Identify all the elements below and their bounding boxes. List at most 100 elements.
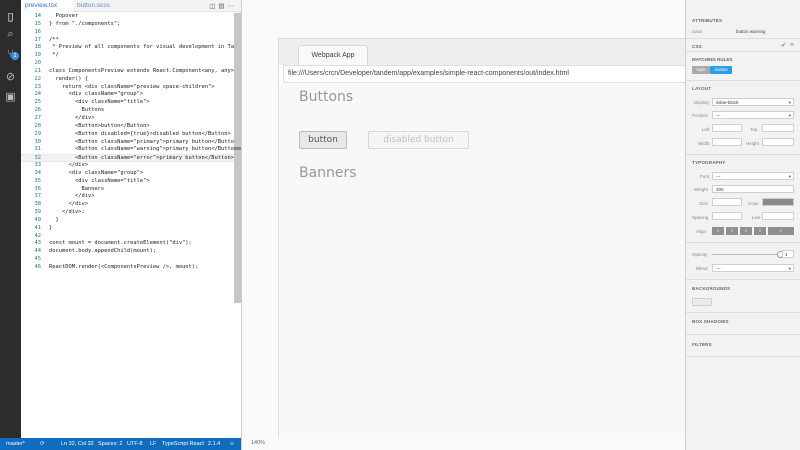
code-line[interactable]: 45 [21, 256, 235, 264]
code-text[interactable]: return <div className="preview space-chi… [49, 84, 215, 92]
code-text[interactable]: <Button className="warning">primary butt… [49, 146, 241, 154]
align-right-icon[interactable]: ≡ [740, 227, 752, 235]
code-text[interactable]: */ [49, 52, 59, 60]
code-text[interactable]: <Button>button</Button> [49, 123, 150, 131]
rule-button[interactable]: .button [710, 66, 732, 74]
code-line[interactable]: 31 <Button className="warning">primary b… [21, 146, 241, 154]
code-line[interactable]: 18 * Preview of all components for visua… [21, 44, 242, 52]
weight-input[interactable]: 200 [712, 185, 794, 193]
code-text[interactable]: </div> [49, 193, 94, 201]
code-line[interactable]: 44 document.body.appendChild(mount); [21, 248, 235, 256]
code-line[interactable]: 24 <div className="group"> [21, 91, 235, 99]
open-preview-icon[interactable]: ▤ [218, 2, 227, 10]
color-swatch[interactable] [762, 198, 794, 206]
code-line[interactable]: 17 /** [21, 37, 235, 45]
code-text[interactable]: } [49, 217, 58, 225]
code-line[interactable]: 14 Popover [21, 13, 235, 21]
code-line[interactable]: 26 Buttons [21, 107, 235, 115]
code-text[interactable]: <div className="group"> [49, 91, 143, 99]
spacing-input[interactable] [712, 212, 742, 220]
align-center-icon[interactable]: ≡ [726, 227, 738, 235]
code-text[interactable]: ReactDOM.render(<ComponentsPreview />, m… [49, 264, 198, 272]
code-text[interactable]: Buttons [49, 107, 104, 115]
code-line[interactable]: 35 <div className="title"> [21, 178, 235, 186]
display-select[interactable]: inline-block ▾ [712, 98, 794, 106]
code-line[interactable]: 28 <Button>button</Button> [21, 123, 235, 131]
add-background-button[interactable] [692, 298, 712, 306]
check-icon[interactable]: ✔ [781, 42, 786, 49]
debug-icon[interactable]: ⊘ [4, 70, 17, 83]
code-line[interactable]: 40 } [21, 217, 235, 225]
browser-tab[interactable]: Webpack App [298, 45, 368, 65]
code-line[interactable]: 22 render() { [21, 76, 235, 84]
tab-preview-tsx[interactable]: preview.tsx [21, 0, 73, 12]
code-line[interactable]: 20 [21, 60, 235, 68]
code-line[interactable]: 23 return <div className="preview space-… [21, 84, 235, 92]
code-text[interactable]: document.body.appendChild(mount); [49, 248, 156, 256]
code-text[interactable]: <div className="title"> [49, 99, 150, 107]
code-text[interactable]: Popover [49, 13, 78, 21]
code-text[interactable]: Banners [49, 186, 104, 194]
height-input[interactable] [762, 138, 794, 146]
code-line[interactable]: 16 [21, 29, 235, 37]
code-line[interactable]: 15} from "./components"; [21, 21, 235, 29]
code-line[interactable]: 46 ReactDOM.render(<ComponentsPreview />,… [21, 264, 235, 272]
smiley-icon[interactable]: ☺ [229, 438, 235, 450]
code-line[interactable]: 38 </div> [21, 201, 235, 209]
extensions-icon[interactable]: ▣ [4, 90, 17, 103]
files-icon[interactable]: ▯ [4, 10, 17, 23]
more-icon[interactable]: ⋯ [228, 2, 238, 10]
code-line[interactable]: 36 Banners [21, 186, 235, 194]
code-line[interactable]: 27 </div> [21, 115, 235, 123]
code-text[interactable]: class ComponentsPreview extends React.Co… [49, 68, 240, 76]
code-text[interactable]: <Button className="primary">primary butt… [49, 139, 241, 147]
button-normal[interactable]: button [299, 131, 347, 149]
align-left-icon[interactable]: ≡ [712, 227, 724, 235]
code-line[interactable]: 33 </div> [21, 162, 235, 170]
code-text[interactable]: /** [49, 37, 59, 45]
editor-scrollbar[interactable] [234, 13, 241, 303]
code-text[interactable]: * Preview of all components for visual d… [49, 44, 241, 52]
url-bar[interactable]: file:///Users/crcn/Developer/tandem/app/… [283, 65, 687, 83]
code-line[interactable]: 30 <Button className="primary">primary b… [21, 139, 241, 147]
position-select[interactable]: --- ▾ [712, 111, 794, 119]
code-text[interactable]: <div className="group"> [49, 170, 143, 178]
code-line[interactable]: 42 [21, 233, 235, 241]
code-text[interactable]: <div className="title"> [49, 178, 150, 186]
left-input[interactable] [712, 124, 742, 132]
encoding[interactable]: UTF-8 [127, 438, 143, 450]
code-line[interactable]: 19 */ [21, 52, 235, 60]
code-text[interactable]: render() { [49, 76, 87, 84]
ts-version[interactable]: 2.1.4 [208, 438, 220, 450]
sync-icon[interactable]: ⟳ [40, 438, 45, 450]
code-line[interactable]: 39 </div>; [21, 209, 235, 217]
search-icon[interactable]: ⌕ [4, 27, 17, 40]
button-disabled[interactable]: disabled button [368, 131, 469, 149]
code-line[interactable]: 43 const mount = document.createElement("… [21, 240, 235, 248]
language-mode[interactable]: TypeScript React [162, 438, 204, 450]
line-input[interactable] [762, 212, 794, 220]
code-text[interactable]: </div> [49, 115, 94, 123]
code-line[interactable]: 32 <Button className="error">primary but… [21, 154, 235, 163]
zoom-level[interactable]: 140% [251, 440, 265, 446]
opacity-slider[interactable] [712, 254, 780, 255]
code-text[interactable]: </div> [49, 162, 87, 170]
size-input[interactable] [712, 198, 742, 206]
code-toggle-icon[interactable]: ‹› [790, 42, 794, 48]
top-input[interactable] [762, 124, 794, 132]
cursor-position[interactable]: Ln 32, Col 32 [61, 438, 94, 450]
opacity-input[interactable]: 1 [782, 250, 794, 258]
attr-value[interactable]: button warning [736, 29, 766, 34]
code-line[interactable]: 29 <Button disabled={true}>disabled butt… [21, 131, 235, 139]
branch-indicator[interactable]: master* [6, 438, 25, 450]
width-input[interactable] [712, 138, 742, 146]
align-none-icon[interactable]: ≡ [768, 227, 794, 235]
code-line[interactable]: 34 <div className="group"> [21, 170, 235, 178]
code-line[interactable]: 37 </div> [21, 193, 235, 201]
tab-button-scss[interactable]: button.scss [73, 0, 131, 12]
code-line[interactable]: 41} [21, 225, 235, 233]
code-lines[interactable]: 14 Popover 15} from "./components"; 16 17/*… [21, 13, 242, 272]
font-select[interactable]: --- ▾ [712, 172, 794, 180]
blend-select[interactable]: --- ▾ [712, 264, 794, 272]
indentation[interactable]: Spaces: 2 [98, 438, 122, 450]
